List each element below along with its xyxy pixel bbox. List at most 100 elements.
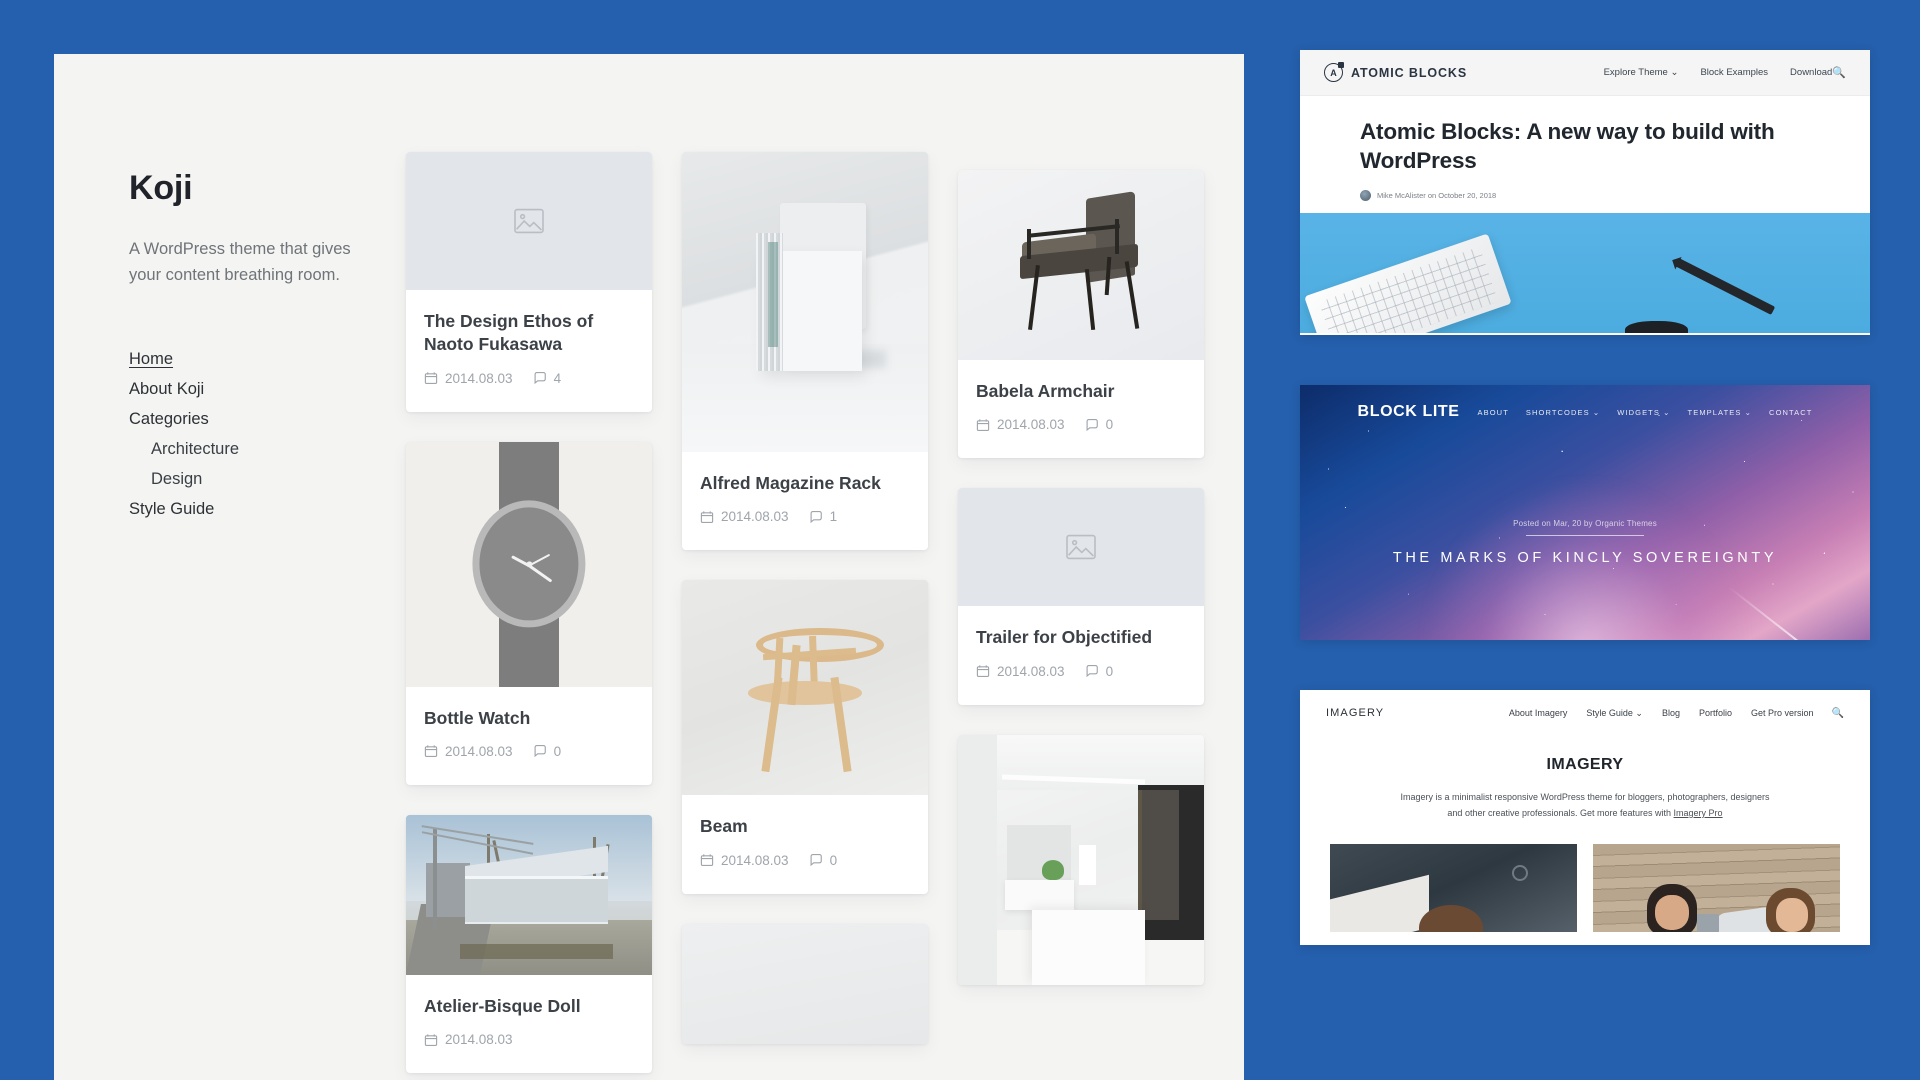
atomic-blocks-preview[interactable]: A ATOMIC BLOCKS Explore Theme ⌄ Block Exa… [1300,50,1870,335]
imagery-nav-item[interactable]: About Imagery [1509,708,1568,718]
block-lite-nav-item[interactable]: SHORTCODES ⌄ [1526,408,1600,417]
koji-nav-link[interactable]: About Koji [129,380,204,398]
post-comment-count[interactable]: 0 [1085,664,1113,679]
koji-nav-link[interactable]: Categories [129,410,209,428]
post-card[interactable]: Trailer for Objectified 2014.08.03 0 [958,488,1204,705]
koji-nav-item[interactable]: Design [151,470,384,489]
comment-icon [809,853,823,867]
koji-grid-column: Babela Armchair 2014.08.03 0 Trailer for Ob… [958,170,1204,1080]
block-lite-nav-item[interactable]: ABOUT [1478,408,1509,417]
koji-nav-link[interactable]: Design [151,470,202,488]
post-date-text: 2014.08.03 [721,852,789,868]
koji-nav-item[interactable]: Home [129,350,384,369]
post-card[interactable]: Atelier-Bisque Doll 2014.08.03 [406,814,652,1074]
koji-theme-preview: Koji A WordPress theme that gives your c… [54,54,1244,1080]
imagery-description: Imagery is a minimalist responsive WordP… [1400,790,1770,822]
post-card-title[interactable]: Atelier-Bisque Doll [424,995,634,1018]
post-date: 2014.08.03 [424,1032,513,1047]
koji-nav-link[interactable]: Home [129,350,173,368]
imagery-nav-item[interactable]: Style Guide ⌄ [1586,708,1643,719]
koji-nav-item[interactable]: About Koji [129,380,384,399]
post-card-image[interactable] [406,814,652,975]
koji-nav-link[interactable]: Architecture [151,440,239,458]
post-card-image[interactable] [958,734,1204,985]
atomic-blocks-nav-item[interactable]: Download [1790,67,1832,78]
koji-site-title: Koji [129,169,193,207]
atomic-blocks-hero-image [1300,212,1870,333]
image-placeholder-icon [514,208,544,234]
post-card[interactable]: Babela Armchair 2014.08.03 0 [958,170,1204,459]
comment-icon [533,371,547,385]
post-card[interactable]: The Design Ethos of Naoto Fukasawa 2014.0… [406,152,652,412]
search-icon[interactable]: 🔍 [1832,708,1844,719]
imagery-nav-item[interactable]: Get Pro version [1751,708,1814,718]
post-comment-count-text: 4 [553,370,562,386]
imagery-nav-item[interactable]: Portfolio [1699,708,1732,718]
post-comment-count[interactable]: 0 [809,852,838,868]
post-comment-count-text: 0 [553,743,562,759]
post-card-title[interactable]: Alfred Magazine Rack [700,472,910,495]
koji-nav: Home About Koji Categories Architecture Desi… [129,350,384,519]
search-icon[interactable]: 🔍 [1832,66,1846,79]
post-date: 2014.08.03 [700,509,789,524]
post-card-meta: 2014.08.03 0 [976,664,1186,679]
post-card-image[interactable] [682,152,928,452]
koji-nav-item[interactable]: Architecture [151,440,384,459]
post-card-title[interactable]: Bottle Watch [424,707,634,730]
calendar-icon [700,510,714,524]
atomic-blocks-nav-item[interactable]: Block Examples [1700,67,1768,78]
post-date-text: 2014.08.03 [445,1032,513,1048]
post-card-image[interactable] [958,488,1204,607]
calendar-icon [424,1033,438,1047]
imagery-pro-link[interactable]: Imagery Pro [1674,808,1723,818]
post-card[interactable] [682,923,928,1044]
post-date: 2014.08.03 [976,664,1065,679]
post-card[interactable] [958,734,1204,985]
post-comment-count-text: 0 [829,852,838,868]
block-lite-nav-item[interactable]: WIDGETS ⌄ [1617,408,1670,417]
block-lite-nav-item[interactable]: TEMPLATES ⌄ [1688,408,1753,417]
imagery-photo-1[interactable] [1330,843,1577,932]
post-card-image[interactable] [682,923,928,1044]
koji-nav-link[interactable]: Style Guide [129,500,214,518]
post-card[interactable]: Alfred Magazine Rack 2014.08.03 1 [682,152,928,551]
post-card-meta: 2014.08.03 1 [700,509,910,524]
post-card-image[interactable] [958,170,1204,360]
atomic-blocks-nav: Explore Theme ⌄ Block Examples Download [1604,67,1833,78]
post-card-body: Trailer for Objectified 2014.08.03 0 [958,606,1204,704]
atomic-blocks-nav-item[interactable]: Explore Theme ⌄ [1604,67,1679,78]
imagery-photo-row [1300,822,1870,932]
post-card-image[interactable] [682,580,928,796]
post-card-title[interactable]: Trailer for Objectified [976,626,1186,649]
post-card-title[interactable]: Beam [700,815,910,838]
koji-nav-item[interactable]: Style Guide [129,500,384,519]
imagery-preview[interactable]: IMAGERY About Imagery Style Guide ⌄ Blog Po… [1300,690,1870,945]
post-date-text: 2014.08.03 [997,417,1065,433]
post-card-image[interactable] [406,441,652,687]
post-date-text: 2014.08.03 [997,663,1065,679]
post-comment-count[interactable]: 0 [1085,417,1113,432]
post-card-image[interactable] [406,152,652,290]
imagery-photo-2[interactable] [1593,843,1840,932]
atomic-logo-icon: A [1324,62,1344,82]
post-comment-count[interactable]: 0 [533,743,562,759]
post-comment-count[interactable]: 4 [533,370,562,386]
post-card[interactable]: Beam 2014.08.03 0 [682,580,928,894]
calendar-icon [976,664,990,678]
calendar-icon [976,418,990,432]
block-lite-nav-item[interactable]: CONTACT [1769,408,1812,417]
block-lite-headline: THE MARKS OF KINCLY SOVEREIGNTY [1392,550,1778,566]
post-card-title[interactable]: Babela Armchair [976,380,1186,403]
calendar-icon [424,744,438,758]
koji-nav-item[interactable]: Categories [129,410,384,429]
atomic-blocks-logo[interactable]: A ATOMIC BLOCKS [1324,62,1467,82]
post-card-title[interactable]: The Design Ethos of Naoto Fukasawa [424,310,634,357]
post-date: 2014.08.03 [424,371,513,386]
block-lite-preview[interactable]: BLOCK LITE ABOUT SHORTCODES ⌄ WIDGETS ⌄ TEM… [1300,385,1870,640]
block-lite-brand: BLOCK LITE [1357,403,1460,420]
imagery-nav-item[interactable]: Blog [1662,708,1680,718]
post-card-body: The Design Ethos of Naoto Fukasawa 2014.0… [406,290,652,412]
post-date-text: 2014.08.03 [721,509,789,525]
post-comment-count[interactable]: 1 [809,509,837,524]
post-card[interactable]: Bottle Watch 2014.08.03 0 [406,441,652,785]
